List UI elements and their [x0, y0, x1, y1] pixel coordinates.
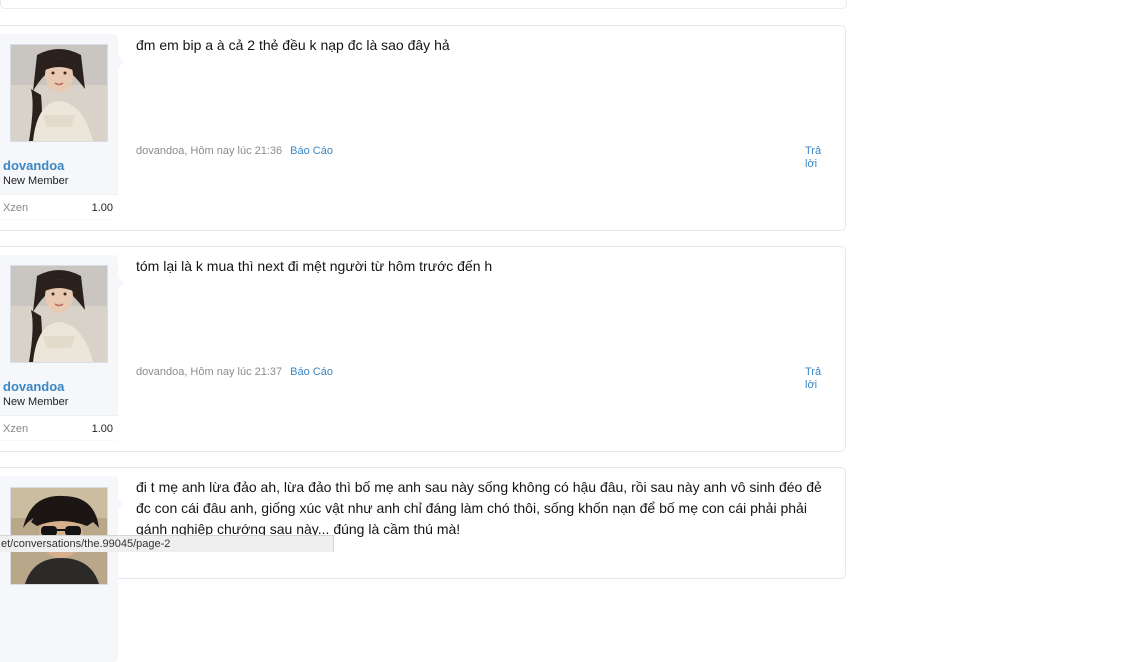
post-author-date: dovandoa, Hôm nay lúc 21:37: [136, 366, 283, 378]
username-link[interactable]: dovandoa: [3, 158, 64, 173]
message-post: đi t mẹ anh lừa đảo ah, lừa đảo thì bố m…: [0, 467, 846, 662]
user-stat-row: Xzen 1.00: [0, 415, 118, 440]
message-text: đm em bip a à cả 2 thẻ đều k nạp đc là s…: [136, 37, 450, 53]
stat-value: 1.00: [91, 423, 113, 435]
user-title: New Member: [3, 396, 69, 408]
post-meta: dovandoa, Hôm nay lúc 21:36 Báo Cáo: [136, 145, 333, 157]
message-text: đi t mẹ anh lừa đảo ah, lừa đảo thì bố m…: [136, 479, 822, 537]
stat-value: 1.00: [91, 202, 113, 214]
avatar-photo: [11, 45, 107, 141]
reply-link[interactable]: Trả lời: [805, 145, 831, 171]
user-title: New Member: [3, 175, 69, 187]
post-author-date: dovandoa, Hôm nay lúc 21:36: [136, 145, 283, 157]
avatar[interactable]: [10, 44, 108, 142]
username-link[interactable]: dovandoa: [3, 379, 64, 394]
user-info-panel: dovandoa New Member Xzen 1.00: [0, 255, 124, 441]
user-info-panel: dovandoa New Member Xzen 1.00: [0, 34, 124, 220]
browser-status-bar: et/conversations/the.99045/page-2: [0, 535, 334, 552]
stat-name: Xzen: [3, 202, 29, 214]
report-link[interactable]: Báo Cáo: [290, 145, 333, 157]
message-thread: dovandoa New Member Xzen 1.00 đm em bip …: [0, 0, 850, 662]
message-post: dovandoa New Member Xzen 1.00 tóm lại là…: [0, 246, 846, 452]
avatar[interactable]: [10, 265, 108, 363]
reply-link[interactable]: Trả lời: [805, 366, 831, 392]
user-stat-row: Xzen 1.00: [0, 194, 118, 219]
avatar-photo: [11, 266, 107, 362]
post-meta: dovandoa, Hôm nay lúc 21:37 Báo Cáo: [136, 366, 333, 378]
message-post: dovandoa New Member Xzen 1.00 đm em bip …: [0, 25, 846, 231]
user-info-panel: [0, 476, 124, 662]
stat-name: Xzen: [3, 423, 29, 435]
status-url: et/conversations/the.99045/page-2: [1, 538, 171, 550]
message-text: tóm lại là k mua thì next đi mệt người t…: [136, 258, 493, 274]
previous-post-bottom-edge: [0, 0, 847, 9]
report-link[interactable]: Báo Cáo: [290, 366, 333, 378]
